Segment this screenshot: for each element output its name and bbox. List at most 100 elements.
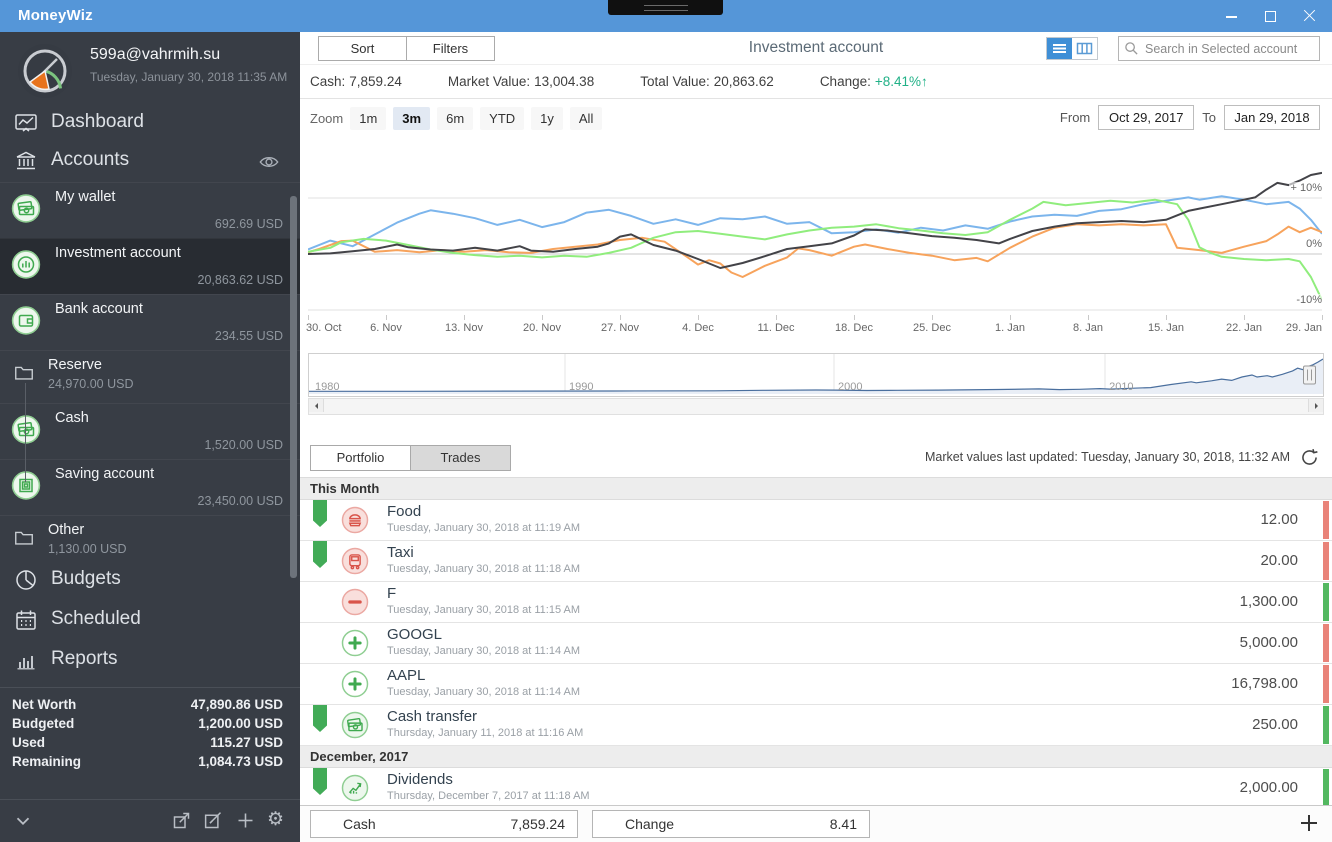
transaction-row[interactable]: AAPL Tuesday, January 30, 2018 at 11:14 … [300, 664, 1332, 705]
sidebar-account-row[interactable]: My wallet 692.69 USD [0, 182, 300, 238]
chart-navigator[interactable]: 1980 1990 2000 2010 [308, 353, 1324, 397]
x-axis-tick [932, 315, 933, 320]
x-axis-label: 22. Jan [1225, 322, 1263, 334]
zoom-range-3m[interactable]: 3m [393, 106, 431, 130]
transaction-row[interactable]: F Tuesday, January 30, 2018 at 11:15 AM … [300, 582, 1332, 623]
tab-trades[interactable]: Trades [410, 446, 510, 470]
transaction-date: Tuesday, January 30, 2018 at 11:14 AM [387, 686, 581, 698]
chevron-down-icon[interactable] [12, 810, 34, 832]
dividends-icon [341, 774, 369, 805]
zoom-range-all[interactable]: All [569, 106, 603, 130]
stat-item: Change: +8.41%↑ [819, 74, 928, 89]
tab-portfolio[interactable]: Portfolio [311, 446, 410, 470]
from-date-input[interactable]: Oct 29, 2017 [1098, 105, 1195, 130]
add-icon[interactable] [235, 810, 256, 831]
y-axis-label: 0% [1304, 238, 1324, 250]
x-axis-tick [308, 315, 309, 320]
sidebar-account-row[interactable]: Cash 1,520.00 USD [0, 403, 300, 459]
performance-chart[interactable]: + 10% 0% -10% [300, 137, 1332, 315]
avatar[interactable] [16, 42, 74, 100]
transaction-row[interactable]: Food Tuesday, January 30, 2018 at 11:19 … [300, 500, 1332, 541]
cash-field[interactable]: Cash 7,859.24 [310, 810, 578, 838]
sidebar-item-dashboard[interactable]: Dashboard [0, 106, 300, 144]
sidebar-account-row[interactable]: Saving account 23,450.00 USD [0, 459, 300, 515]
transaction-row[interactable]: GOOGL Tuesday, January 30, 2018 at 11:14… [300, 623, 1332, 664]
summary-row: Budgeted 1,200.00 USD [12, 716, 283, 731]
sidebar-scrollbar[interactable] [290, 196, 297, 578]
zoom-range-1y[interactable]: 1y [531, 106, 563, 130]
account-name: Other [48, 522, 85, 538]
list-view-icon[interactable] [1047, 38, 1072, 59]
main-header: Sort Filters Investment account [300, 32, 1332, 65]
sidebar-account-row[interactable]: Reserve 24,970.00 USD [0, 350, 300, 403]
chart-bars-icon [11, 249, 41, 284]
zoom-range-6m[interactable]: 6m [437, 106, 474, 130]
scroll-right-arrow-icon[interactable] [1308, 399, 1323, 412]
x-axis-tick [1322, 315, 1323, 320]
plus-icon [341, 670, 369, 703]
transaction-date: Thursday, January 11, 2018 at 11:16 AM [387, 727, 584, 739]
navigator-handle[interactable] [1302, 365, 1316, 385]
x-axis-tick [1088, 315, 1089, 320]
bank-icon [14, 149, 38, 173]
gear-icon[interactable]: ⚙ [267, 808, 288, 830]
export-icon[interactable] [171, 810, 192, 831]
sidebar-item-accounts[interactable]: Accounts [0, 144, 300, 182]
to-date-input[interactable]: Jan 29, 2018 [1224, 105, 1320, 130]
navigator-scrollbar[interactable] [308, 398, 1324, 415]
transaction-row[interactable]: Cash transfer Thursday, January 11, 2018… [300, 705, 1332, 746]
x-axis-tick [464, 315, 465, 320]
transaction-row[interactable]: Dividends Thursday, December 7, 2017 at … [300, 768, 1332, 805]
add-transaction-button[interactable] [1296, 810, 1322, 836]
sidebar-item-budgets[interactable]: Budgets [0, 561, 300, 601]
cash-icon [11, 414, 41, 449]
user-date: Tuesday, January 30, 2018 11:35 AM [90, 70, 288, 84]
x-axis-tick [386, 315, 387, 320]
x-axis-label: 25. Dec [913, 322, 951, 334]
divider [0, 687, 300, 688]
x-axis-label: 1. Jan [995, 322, 1025, 334]
user-section[interactable]: 599a@vahrmih.su Tuesday, January 30, 201… [0, 32, 300, 106]
section-header: December, 2017 [300, 746, 1332, 768]
amount-strip [1323, 769, 1329, 805]
eye-icon[interactable] [258, 151, 280, 173]
transaction-date: Tuesday, January 30, 2018 at 11:14 AM [387, 645, 581, 657]
wallet-icon [11, 305, 41, 340]
scroll-left-arrow-icon[interactable] [309, 399, 324, 412]
zoom-range-1m[interactable]: 1m [350, 106, 387, 130]
transactions-list: This Month Food Tuesday, January 30, 201… [300, 477, 1332, 805]
dashboard-chart-icon [14, 111, 38, 135]
transaction-row[interactable]: Taxi Tuesday, January 30, 2018 at 11:18 … [300, 541, 1332, 582]
x-axis-tick [1010, 315, 1011, 320]
summary-panel: Net Worth 47,890.86 USD Budgeted 1,200.00 U… [0, 694, 300, 774]
calendar-icon [14, 608, 38, 632]
zoom-range-ytd[interactable]: YTD [480, 106, 525, 130]
search-input[interactable] [1143, 38, 1317, 59]
x-axis-tick [620, 315, 621, 320]
sidebar-item-scheduled[interactable]: Scheduled [0, 601, 300, 641]
x-axis-tick [542, 315, 543, 320]
market-updated-text: Market values last updated: Tuesday, Jan… [924, 450, 1290, 464]
sidebar-item-reports[interactable]: Reports [0, 641, 300, 681]
moneywiz-window: MoneyWiz 599a@vahrmih.su Tuesday, Januar… [0, 0, 1332, 842]
edit-icon[interactable] [203, 810, 224, 831]
maximize-button[interactable] [1264, 10, 1277, 23]
minimize-button[interactable] [1225, 10, 1238, 23]
amount-strip [1323, 542, 1329, 580]
close-button[interactable] [1303, 10, 1316, 23]
transaction-title: Food [387, 503, 422, 520]
transaction-title: Taxi [387, 544, 414, 561]
change-field[interactable]: Change 8.41 [592, 810, 870, 838]
column-view-icon[interactable] [1072, 38, 1097, 59]
sidebar-account-row[interactable]: Bank account 234.55 USD [0, 294, 300, 350]
sidebar-account-row[interactable]: Investment account 20,863.62 USD [0, 238, 300, 294]
refresh-icon[interactable] [1299, 447, 1320, 468]
sidebar-account-row[interactable]: Other 1,130.00 USD [0, 515, 300, 561]
user-email: 599a@vahrmih.su [90, 46, 221, 63]
zoom-label: Zoom [310, 110, 344, 126]
titlebar: MoneyWiz [0, 0, 1332, 32]
chart-x-axis: 30. Oct 6. Nov 13. Nov 20. Nov 27. Nov 4. Dec… [300, 315, 1332, 341]
account-amount: 1,130.00 USD [48, 542, 127, 556]
portfolio-trades-bar: Portfolio Trades Market values last upda… [300, 441, 1332, 477]
transaction-title: F [387, 585, 397, 602]
